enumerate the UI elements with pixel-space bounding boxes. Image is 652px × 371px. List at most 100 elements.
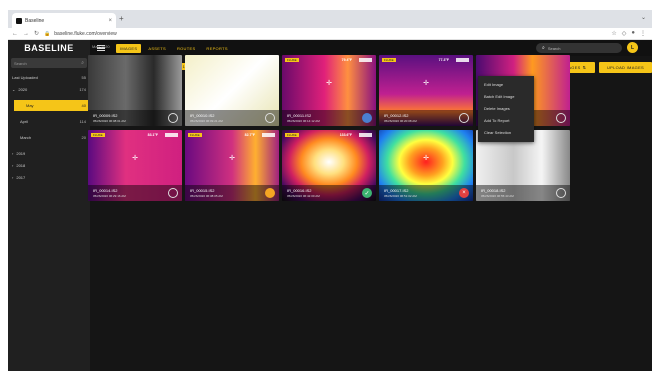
fluke-tag: FLUKE <box>285 58 299 62</box>
select-checkbox[interactable] <box>362 113 372 123</box>
crosshair-icon: ✛ <box>326 80 332 88</box>
image-card[interactable]: FLUKE 79.4°F ✛ IR_00011.IS2 05/26/2020 0… <box>282 55 376 126</box>
sidebar-item-2020[interactable]: ⌄ 2020 174 <box>8 84 90 95</box>
sidebar-item-label: Last Uploaded <box>12 75 38 80</box>
crosshair-icon: ✛ <box>132 155 138 163</box>
image-card[interactable]: ✛ IR_00017.IS2 05/26/2020 06:51:02 AM × <box>379 130 473 201</box>
sidebar-search-input[interactable]: Search ⌕ <box>11 58 87 68</box>
crosshair-icon: ✛ <box>229 155 235 163</box>
back-arrow-icon[interactable]: ← <box>12 31 18 37</box>
menu-item-batch-edit-image[interactable]: Batch Edit Image <box>478 91 534 101</box>
sidebar-item-label: 2018 <box>16 163 26 168</box>
sidebar-item-count: 20 <box>81 135 86 140</box>
image-date: 05/26/2020 06:08:01 AM <box>93 119 126 123</box>
chevron-right-icon: › <box>12 151 14 156</box>
menu-item-clear-selection[interactable]: Clear Selection <box>478 127 534 137</box>
sidebar-item-2017[interactable]: › 2017 <box>8 172 90 183</box>
url-field[interactable]: baseline.fluke.com/overview <box>54 31 117 37</box>
sidebar-item-march[interactable]: March 20 <box>8 132 90 143</box>
tab-routes[interactable]: ROUTES <box>173 44 199 53</box>
image-card[interactable]: IR_00010.IS2 05/26/2020 06:09:21 AM <box>185 55 279 126</box>
sidebar-item-label: 2017 <box>16 175 26 180</box>
select-checkbox[interactable] <box>168 188 178 198</box>
close-tab-icon[interactable]: × <box>108 18 112 24</box>
upload-images-button[interactable]: UPLOAD IMAGES <box>599 62 652 73</box>
sidebar-item-april[interactable]: April 114 <box>8 116 90 127</box>
menu-item-add-to-report[interactable]: Add To Report <box>478 115 534 125</box>
app-logo[interactable]: BASELINE <box>8 40 90 56</box>
app-header: IMAGES ASSETS ROUTES REPORTS ⌕ Search L <box>90 40 652 56</box>
sidebar-item-last-uploaded[interactable]: Last Uploaded 55 <box>8 72 90 83</box>
reload-icon[interactable]: ↻ <box>34 30 39 37</box>
image-name: IR_00014.IS2 <box>93 188 118 193</box>
menu-item-edit-image[interactable]: Edit Image <box>478 79 534 89</box>
sidebar-item-label: May <box>26 103 34 108</box>
close-icon[interactable]: × <box>459 188 469 198</box>
image-card[interactable]: FLUKE 133.6°F IR_00016.IS2 05/26/2020 06… <box>282 130 376 201</box>
image-card[interactable]: FLUKE 83.1°F ✛ IR_00014.IS2 05/26/2020 0… <box>88 130 182 201</box>
sidebar-item-count: 174 <box>79 87 86 92</box>
new-tab-icon[interactable]: + <box>119 14 124 23</box>
image-name: IR_00011.IS2 <box>287 113 312 118</box>
temperature-readout: 133.6°F <box>339 133 352 137</box>
sidebar-item-label: March <box>20 135 32 140</box>
header-search-input[interactable]: ⌕ Search <box>536 43 622 53</box>
image-name: IR_00009.IS2 <box>93 113 118 118</box>
select-checkbox[interactable] <box>459 113 469 123</box>
forward-arrow-icon[interactable]: → <box>23 31 29 37</box>
menu-item-delete-images[interactable]: Delete Images <box>478 103 534 113</box>
image-date: 05/26/2020 06:29:16 AM <box>93 194 126 198</box>
temperature-scale <box>165 133 178 137</box>
tab-list-chevron-icon[interactable]: ⌄ <box>641 14 646 21</box>
header-search-placeholder: Search <box>547 45 561 51</box>
sidebar-item-2019[interactable]: › 2019 <box>8 148 90 159</box>
tab-assets[interactable]: ASSETS <box>144 44 170 53</box>
sidebar-item-count: 114 <box>79 119 86 124</box>
check-icon[interactable]: ✓ <box>362 188 372 198</box>
lock-icon: 🔒 <box>44 30 51 37</box>
sidebar: BASELINE Search ⌕ Last Uploaded 55 ⌄ 202… <box>8 40 90 371</box>
sidebar-search-placeholder: Search <box>14 60 27 66</box>
tab-images[interactable]: IMAGES <box>116 44 142 53</box>
sidebar-item-label: 2019 <box>16 151 26 156</box>
sort-icon: ⇅ <box>582 65 587 70</box>
image-name: IR_00012.IS2 <box>384 113 409 118</box>
tab-reports[interactable]: REPORTS <box>202 44 231 53</box>
image-card[interactable]: FLUKE 82.7°F ✛ IR_00015.IS2 05/26/2020 0… <box>185 130 279 201</box>
browser-tab[interactable]: Baseline × <box>12 13 116 28</box>
image-card[interactable]: FLUKE 77.3°F ✛ IR_00012.IS2 05/26/2020 0… <box>379 55 473 126</box>
temperature-scale <box>359 133 372 137</box>
image-date: 05/26/2020 06:38:05 AM <box>190 194 223 198</box>
browser-tab-title: Baseline <box>25 17 45 24</box>
browser-menu-icon[interactable]: ⋮ <box>640 30 646 37</box>
temperature-scale <box>456 58 469 62</box>
temperature-scale <box>262 133 275 137</box>
avatar[interactable]: L <box>627 42 638 53</box>
image-date: 05/26/2020 06:20:08 AM <box>384 119 417 123</box>
date-group-label: May 2020 <box>92 44 110 49</box>
image-name: IR_00010.IS2 <box>190 113 215 118</box>
select-checkbox[interactable] <box>556 113 566 123</box>
extension-icon[interactable]: ◇ <box>622 30 627 37</box>
select-checkbox[interactable] <box>265 113 275 123</box>
image-date: 05/26/2020 06:51:02 AM <box>384 194 417 198</box>
image-card[interactable]: IR_00009.IS2 05/26/2020 06:08:01 AM <box>88 55 182 126</box>
select-checkbox[interactable] <box>265 188 275 198</box>
profile-icon[interactable]: ● <box>631 30 635 37</box>
address-bar: ← → ↻ 🔒 baseline.fluke.com/overview ☆ ◇ … <box>8 28 652 40</box>
sidebar-item-2018[interactable]: › 2018 <box>8 160 90 171</box>
chevron-right-icon: › <box>12 163 14 168</box>
sidebar-item-count: 40 <box>81 103 86 108</box>
star-icon[interactable]: ☆ <box>611 30 616 37</box>
crosshair-icon: ✛ <box>423 155 429 163</box>
chevron-right-icon: › <box>12 175 14 180</box>
select-checkbox[interactable] <box>556 188 566 198</box>
sidebar-item-may[interactable]: May 40 <box>14 100 90 111</box>
mass-actions-menu: Edit Image Batch Edit Image Delete Image… <box>478 76 534 142</box>
sidebar-item-count: 55 <box>81 75 86 80</box>
temperature-readout: 79.4°F <box>341 58 352 62</box>
chevron-down-icon: ⌄ <box>12 87 16 92</box>
temperature-readout: 77.3°F <box>438 58 449 62</box>
select-checkbox[interactable] <box>168 113 178 123</box>
image-name: IR_00018.IS2 <box>481 188 506 193</box>
